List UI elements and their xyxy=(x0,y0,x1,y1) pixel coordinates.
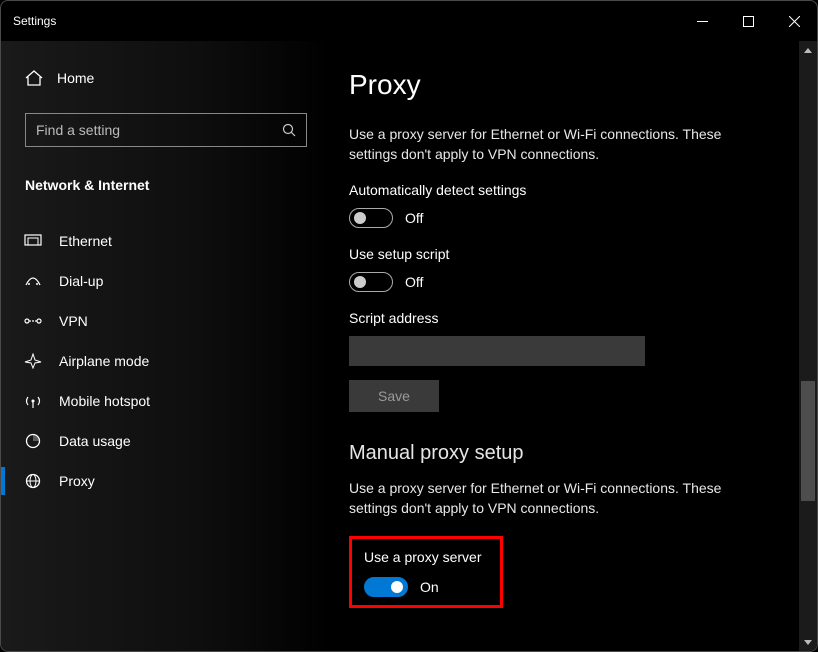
window-title: Settings xyxy=(13,14,56,28)
sidebar: Home Network & Internet Ethernet xyxy=(1,41,331,651)
ethernet-icon xyxy=(23,234,43,248)
window-buttons xyxy=(679,1,817,41)
sidebar-item-ethernet[interactable]: Ethernet xyxy=(1,221,331,261)
main-pane: Proxy Use a proxy server for Ethernet or… xyxy=(331,41,817,651)
script-address-label: Script address xyxy=(349,310,773,326)
auto-detect-toggle[interactable] xyxy=(349,208,393,228)
scroll-thumb[interactable] xyxy=(801,381,815,501)
sidebar-item-label: Proxy xyxy=(59,473,95,489)
auto-proxy-description: Use a proxy server for Ethernet or Wi-Fi… xyxy=(349,125,773,164)
sidebar-item-hotspot[interactable]: Mobile hotspot xyxy=(1,381,331,421)
maximize-icon xyxy=(743,16,754,27)
scroll-up-button[interactable] xyxy=(799,41,817,59)
home-icon xyxy=(25,69,43,87)
save-button[interactable]: Save xyxy=(349,380,439,412)
sidebar-nav: Ethernet Dial-up VPN xyxy=(1,221,331,501)
minimize-icon xyxy=(697,21,708,22)
highlight-box: Use a proxy server On xyxy=(349,536,503,608)
sidebar-item-proxy[interactable]: Proxy xyxy=(1,461,331,501)
manual-proxy-heading: Manual proxy setup xyxy=(349,442,773,465)
use-proxy-state: On xyxy=(420,579,439,595)
sidebar-item-label: Mobile hotspot xyxy=(59,393,150,409)
manual-proxy-description: Use a proxy server for Ethernet or Wi-Fi… xyxy=(349,479,773,518)
sidebar-item-datausage[interactable]: Data usage xyxy=(1,421,331,461)
sidebar-item-label: Data usage xyxy=(59,433,131,449)
use-proxy-toggle[interactable] xyxy=(364,577,408,597)
datausage-icon xyxy=(23,433,43,449)
titlebar: Settings xyxy=(1,1,817,41)
sidebar-item-label: Ethernet xyxy=(59,233,112,249)
sidebar-item-label: Airplane mode xyxy=(59,353,149,369)
auto-detect-label: Automatically detect settings xyxy=(349,182,773,198)
sidebar-item-airplane[interactable]: Airplane mode xyxy=(1,341,331,381)
home-label: Home xyxy=(57,70,94,86)
scrollbar[interactable] xyxy=(799,41,817,651)
minimize-button[interactable] xyxy=(679,1,725,41)
auto-detect-row: Off xyxy=(349,208,773,228)
main-scroll: Proxy Use a proxy server for Ethernet or… xyxy=(331,41,799,651)
setup-script-state: Off xyxy=(405,274,423,290)
maximize-button[interactable] xyxy=(725,1,771,41)
content-area: Home Network & Internet Ethernet xyxy=(1,41,817,651)
chevron-down-icon xyxy=(804,640,812,645)
toggle-knob xyxy=(354,212,366,224)
setup-script-row: Off xyxy=(349,272,773,292)
setup-script-toggle[interactable] xyxy=(349,272,393,292)
auto-detect-state: Off xyxy=(405,210,423,226)
dialup-icon xyxy=(23,275,43,287)
vpn-icon xyxy=(23,315,43,327)
airplane-icon xyxy=(23,353,43,369)
close-button[interactable] xyxy=(771,1,817,41)
search-icon xyxy=(282,123,296,137)
scroll-down-button[interactable] xyxy=(799,633,817,651)
use-proxy-label: Use a proxy server xyxy=(364,549,488,565)
page-title: Proxy xyxy=(349,69,773,101)
search-box[interactable] xyxy=(25,113,307,147)
proxy-icon xyxy=(23,473,43,489)
hotspot-icon xyxy=(23,393,43,409)
setup-script-label: Use setup script xyxy=(349,246,773,262)
script-address-input[interactable] xyxy=(349,336,645,366)
sidebar-item-label: VPN xyxy=(59,313,88,329)
search-input[interactable] xyxy=(36,122,282,138)
chevron-up-icon xyxy=(804,48,812,53)
settings-window: Settings Home xyxy=(0,0,818,652)
sidebar-item-vpn[interactable]: VPN xyxy=(1,301,331,341)
sidebar-category: Network & Internet xyxy=(1,169,331,211)
sidebar-item-dialup[interactable]: Dial-up xyxy=(1,261,331,301)
use-proxy-row: On xyxy=(364,577,488,597)
toggle-knob xyxy=(354,276,366,288)
home-link[interactable]: Home xyxy=(1,61,331,95)
close-icon xyxy=(789,16,800,27)
toggle-knob xyxy=(391,581,403,593)
sidebar-item-label: Dial-up xyxy=(59,273,103,289)
